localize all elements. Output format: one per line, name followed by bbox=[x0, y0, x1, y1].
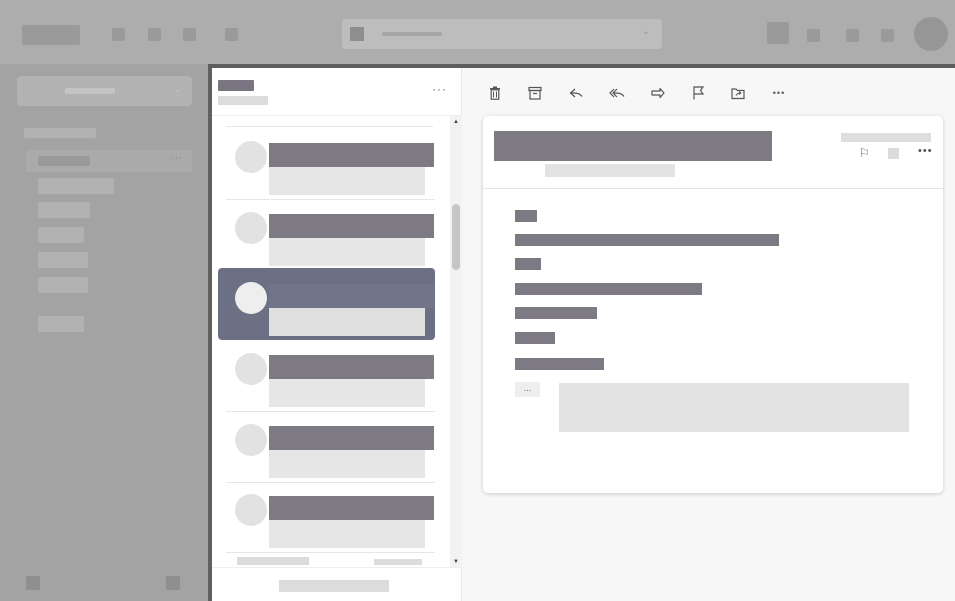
message-card: ⚐ ••• ... bbox=[483, 116, 943, 493]
body-line bbox=[515, 332, 555, 344]
folder-item[interactable] bbox=[38, 277, 88, 293]
message-toolbar: ••• bbox=[462, 68, 955, 116]
forward-icon[interactable] bbox=[647, 82, 669, 104]
list-item-partial[interactable] bbox=[237, 557, 309, 565]
list-item[interactable] bbox=[218, 480, 435, 553]
folder-item[interactable] bbox=[38, 252, 88, 268]
avatar bbox=[235, 141, 267, 173]
list-item-partial-date bbox=[374, 559, 422, 565]
avatar bbox=[235, 282, 267, 314]
folder-title bbox=[218, 80, 254, 91]
folder-item-selected[interactable]: ··· bbox=[26, 150, 192, 172]
folder-item[interactable] bbox=[38, 178, 114, 194]
divider bbox=[226, 552, 435, 553]
message-list[interactable]: ▲ ▼ bbox=[212, 115, 462, 568]
message-list-footer bbox=[212, 567, 462, 601]
header-action-icon-3[interactable] bbox=[846, 29, 859, 42]
list-item[interactable] bbox=[218, 198, 435, 271]
message-preview bbox=[269, 450, 425, 478]
show-quoted-text-button[interactable]: ... bbox=[515, 382, 540, 397]
header-action-icon-4[interactable] bbox=[881, 29, 894, 42]
settings-icon[interactable] bbox=[166, 576, 180, 590]
list-item-selected[interactable] bbox=[218, 268, 435, 340]
message-sender bbox=[269, 426, 434, 450]
body-line bbox=[515, 234, 779, 246]
body-line bbox=[515, 210, 537, 222]
mail-icon[interactable] bbox=[26, 576, 40, 590]
left-nav: ⌄ ··· bbox=[0, 64, 208, 601]
chevron-down-icon[interactable]: ⌄ bbox=[174, 84, 182, 95]
new-mail-button[interactable]: ⌄ bbox=[17, 76, 192, 106]
folder-item[interactable] bbox=[38, 316, 84, 332]
message-sender bbox=[269, 214, 434, 238]
avatar bbox=[235, 212, 267, 244]
scroll-thumb[interactable] bbox=[452, 204, 460, 270]
load-more-link[interactable] bbox=[279, 580, 389, 592]
folders-heading[interactable] bbox=[24, 128, 96, 138]
header-action-icon-2[interactable] bbox=[807, 29, 820, 42]
message-subject bbox=[494, 131, 772, 161]
more-icon[interactable]: ••• bbox=[918, 145, 933, 157]
scrollbar[interactable]: ▲ ▼ bbox=[450, 116, 462, 568]
app-switch-icon-4[interactable] bbox=[225, 28, 238, 41]
message-preview bbox=[269, 520, 425, 548]
body-line bbox=[515, 283, 702, 295]
avatar bbox=[235, 494, 267, 526]
body-line bbox=[515, 258, 541, 270]
more-icon[interactable]: ··· bbox=[171, 152, 182, 164]
message-preview bbox=[269, 308, 425, 336]
flag-icon[interactable] bbox=[687, 82, 709, 104]
chevron-down-icon[interactable]: ⌄ bbox=[642, 26, 650, 37]
list-item[interactable] bbox=[218, 339, 435, 412]
message-sender bbox=[269, 355, 434, 379]
message-sender bbox=[269, 143, 434, 167]
avatar[interactable] bbox=[914, 17, 948, 51]
header-action-icon-1[interactable] bbox=[767, 22, 789, 44]
trash-icon[interactable] bbox=[484, 82, 506, 104]
reply-icon[interactable] bbox=[565, 82, 587, 104]
message-preview bbox=[269, 379, 425, 407]
archive-icon[interactable] bbox=[524, 82, 546, 104]
folder-label bbox=[38, 156, 90, 166]
divider bbox=[483, 188, 943, 189]
message-date bbox=[841, 133, 931, 142]
message-preview bbox=[269, 238, 425, 266]
message-sender bbox=[269, 284, 434, 308]
avatar bbox=[235, 424, 267, 456]
avatar bbox=[235, 353, 267, 385]
list-item[interactable] bbox=[218, 410, 435, 483]
folder-item[interactable] bbox=[38, 202, 90, 218]
message-from[interactable] bbox=[545, 164, 675, 177]
flag-icon[interactable]: ⚐ bbox=[859, 146, 870, 160]
search-placeholder bbox=[382, 32, 442, 36]
message-sender bbox=[269, 496, 434, 520]
list-item[interactable] bbox=[218, 127, 435, 200]
more-icon[interactable]: ··· bbox=[432, 83, 447, 95]
search-icon bbox=[350, 27, 364, 41]
reading-pane: ••• ⚐ ••• ... bbox=[462, 68, 955, 601]
top-bar: ⌄ bbox=[0, 0, 955, 64]
folder-filter[interactable] bbox=[218, 96, 268, 105]
scroll-down-arrow[interactable]: ▼ bbox=[453, 559, 459, 565]
scroll-up-arrow[interactable]: ▲ bbox=[453, 119, 459, 125]
app-switch-icon-3[interactable] bbox=[183, 28, 196, 41]
message-preview bbox=[269, 167, 425, 195]
body-line bbox=[515, 358, 604, 370]
folder-item[interactable] bbox=[38, 227, 84, 243]
app-switch-icon-2[interactable] bbox=[148, 28, 161, 41]
quoted-text-block bbox=[559, 383, 909, 432]
reply-all-icon[interactable] bbox=[606, 82, 628, 104]
move-to-folder-icon[interactable] bbox=[727, 82, 749, 104]
app-switch-icon-1[interactable] bbox=[112, 28, 125, 41]
body-line bbox=[515, 307, 597, 319]
reaction-icon[interactable] bbox=[888, 148, 899, 159]
app-logo bbox=[22, 25, 80, 45]
message-list-pane: ··· ▲ ▼ bbox=[212, 68, 462, 601]
new-mail-label bbox=[65, 88, 115, 94]
search-box[interactable]: ⌄ bbox=[342, 19, 662, 49]
more-icon[interactable]: ••• bbox=[768, 82, 790, 104]
